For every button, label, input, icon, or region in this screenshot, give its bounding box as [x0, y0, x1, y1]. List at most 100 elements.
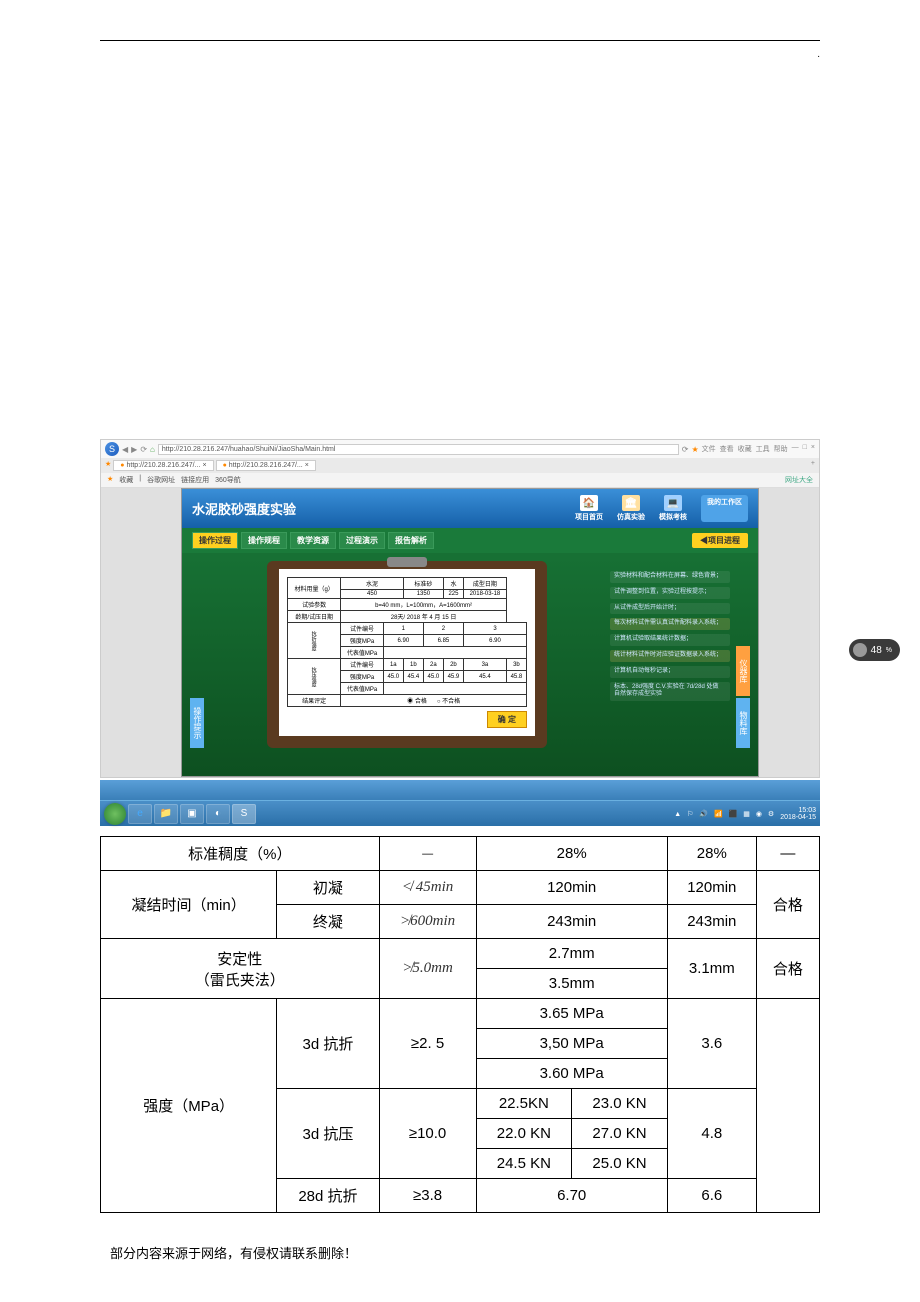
cell: 初凝 [277, 871, 379, 905]
judge-cell: ◉ 合格 ○ 不合格 [341, 695, 527, 707]
cell: 终凝 [277, 905, 379, 939]
app-panel: 水泥胶砂强度实验 🏠 项目首页 🏛 仿真实验 💻 模拟考核 [181, 488, 759, 777]
side-instrument-tab[interactable]: 仪器库 [736, 646, 750, 696]
task-ie-icon[interactable]: e [128, 804, 152, 824]
tray-clock[interactable]: 15:03 2018-04-15 [780, 807, 816, 821]
nav-fwd-icon[interactable]: ▶ [131, 445, 137, 454]
tip-item: 计算机试验取结果统计数据； [610, 634, 730, 646]
cell: 23.0 KN [572, 1089, 668, 1119]
app-tab[interactable]: 过程演示 [339, 532, 385, 549]
header-rule [100, 40, 820, 41]
bookmark-item[interactable]: 360导航 [215, 475, 241, 485]
side-material-tab[interactable]: 物料库 [736, 698, 750, 748]
url-bar[interactable]: http://210.28.216.247/huahao/ShuiNi/Jiao… [158, 444, 679, 455]
cell: 243min [476, 905, 667, 939]
tab-close-icon[interactable]: × [305, 462, 309, 469]
cell: 28% [476, 837, 667, 871]
workspace-button[interactable]: 我的工作区 [701, 495, 748, 522]
cell: 3.65 MPa [476, 999, 667, 1029]
cell: 27.0 KN [572, 1119, 668, 1149]
tab-favicon-icon: ● [120, 462, 124, 469]
bookmark-item[interactable]: 收藏 [119, 475, 133, 485]
app-tab[interactable]: 教学资源 [290, 532, 336, 549]
nav-reload-icon[interactable]: ⟳ [140, 445, 147, 454]
badge-sub: % [886, 647, 892, 654]
tray-icons[interactable]: ▲ ⚐ 🔊 📶 ⬛ ▦ ◉ ⚙ [674, 810, 776, 818]
bookmark-bar: ★ 收藏 | 谷歌网址 链接应用 360导航 网址大全 [101, 473, 819, 488]
cell: ≥3.8 [379, 1179, 476, 1213]
bookmark-item[interactable]: 谷歌网址 [147, 475, 175, 485]
bookmark-star-icon: ★ [107, 475, 113, 485]
start-button-icon[interactable] [104, 803, 126, 825]
lock-icon: ⌂ [150, 445, 155, 454]
tips-panel: 实验材料和配合材料在屏幕、绿色背景； 试件调整到位置，实验过程按提示； 从试件成… [610, 561, 730, 748]
submit-button[interactable]: 确 定 [487, 711, 527, 728]
nav-exam[interactable]: 💻 模拟考核 [659, 495, 687, 522]
browser-window: S ◀ ▶ ⟳ ⌂ http://210.28.216.247/huahao/S… [100, 439, 820, 778]
tab-add-icon[interactable]: + [811, 460, 815, 471]
radio-pass[interactable]: ◉ [407, 699, 415, 705]
cell: ≥10.0 [379, 1089, 476, 1179]
cell: 凝结时间（min） [101, 871, 277, 939]
tip-item: 统计材料试件时对应验证数据录入系统； [610, 650, 730, 662]
star-icon[interactable]: ★ [692, 445, 699, 454]
max-icon[interactable]: □ [803, 444, 807, 454]
side-hint-tab[interactable]: 操作提示 [190, 698, 204, 748]
browser-tab[interactable]: ●http://210.28.216.247/... × [216, 460, 316, 471]
nav-lab[interactable]: 🏛 仿真实验 [617, 495, 645, 522]
footer-note: 部分内容来源于网络，有侵权请联系删除！ [100, 1243, 820, 1262]
cell: — [379, 837, 476, 871]
cell: 3.1mm [667, 939, 756, 999]
app-title: 水泥胶砂强度实验 [192, 499, 296, 518]
cell: 3d 抗压 [277, 1089, 379, 1179]
cell: 3d 抗折 [277, 999, 379, 1089]
clipboard-panel: 材料用量（g） 水泥 标准砂 水 成型日期 450 1350 225 2018-… [267, 561, 547, 748]
header-dot: . [100, 49, 820, 59]
home-icon: 🏠 [580, 495, 598, 511]
tip-item: 标本、28d强度 C.V.实验在 7d/28d 处做 自然保存成型实验 [610, 682, 730, 702]
refresh-icon[interactable]: ⟳ [682, 445, 689, 454]
cell: 合格 [756, 939, 819, 999]
cell: ≯600min [379, 905, 476, 939]
browser-menu: 文件 查看 收藏 工具 帮助 — □ × [702, 444, 815, 454]
cell: 强度（MPa） [101, 999, 277, 1213]
close-icon[interactable]: × [811, 444, 815, 454]
cell [756, 999, 819, 1213]
nav-home[interactable]: 🏠 项目首页 [575, 495, 603, 522]
cell: 3.60 MPa [476, 1059, 667, 1089]
cell: 28d 抗折 [277, 1179, 379, 1213]
taskbar-preview [100, 780, 820, 800]
taskbar: e 📁 ▣ ◐ S ▲ ⚐ 🔊 📶 ⬛ ▦ ◉ ⚙ 15:03 2018-04-… [100, 800, 820, 826]
badge-num: 48 [871, 645, 882, 656]
task-media-icon[interactable]: ◐ [206, 804, 230, 824]
cell: 合格 [756, 871, 819, 939]
nav-back-icon[interactable]: ◀ [122, 445, 128, 454]
browser-logo-icon: S [105, 442, 119, 456]
tip-item: 试件调整到位置，实验过程按提示； [610, 587, 730, 599]
fav-icon[interactable]: ★ [105, 460, 111, 471]
cell: 3,50 MPa [476, 1029, 667, 1059]
task-browser-icon[interactable]: S [232, 804, 256, 824]
min-icon[interactable]: — [792, 444, 799, 454]
app-tab[interactable]: 操作规程 [241, 532, 287, 549]
tip-item: 每次材料试件需认真试件配料录入系统； [610, 618, 730, 630]
app-tab-row: 操作过程 操作规程 教学资源 过程演示 报告解析 ◀项目进程 [182, 528, 758, 553]
float-badge: 48% [849, 639, 900, 661]
exam-icon: 💻 [664, 495, 682, 511]
app-tab[interactable]: 报告解析 [388, 532, 434, 549]
cell: 22.0 KN [476, 1119, 572, 1149]
cell: 6.70 [476, 1179, 667, 1213]
app-tab[interactable]: 操作过程 [192, 532, 238, 549]
task-folder-icon[interactable]: 📁 [154, 804, 178, 824]
bookmark-item[interactable]: 链接应用 [181, 475, 209, 485]
site-link[interactable]: 网址大全 [785, 475, 813, 485]
task-app-icon[interactable]: ▣ [180, 804, 204, 824]
project-progress-button[interactable]: ◀项目进程 [692, 533, 748, 548]
browser-tab[interactable]: ●http://210.28.216.247/... × [113, 460, 213, 471]
cell: 6.6 [667, 1179, 756, 1213]
cell: 25.0 KN [572, 1149, 668, 1179]
cell: 2.7mm [476, 939, 667, 969]
experiment-form: 材料用量（g） 水泥 标准砂 水 成型日期 450 1350 225 2018-… [287, 577, 527, 707]
tab-close-icon[interactable]: × [202, 462, 206, 469]
cell: 4.8 [667, 1089, 756, 1179]
